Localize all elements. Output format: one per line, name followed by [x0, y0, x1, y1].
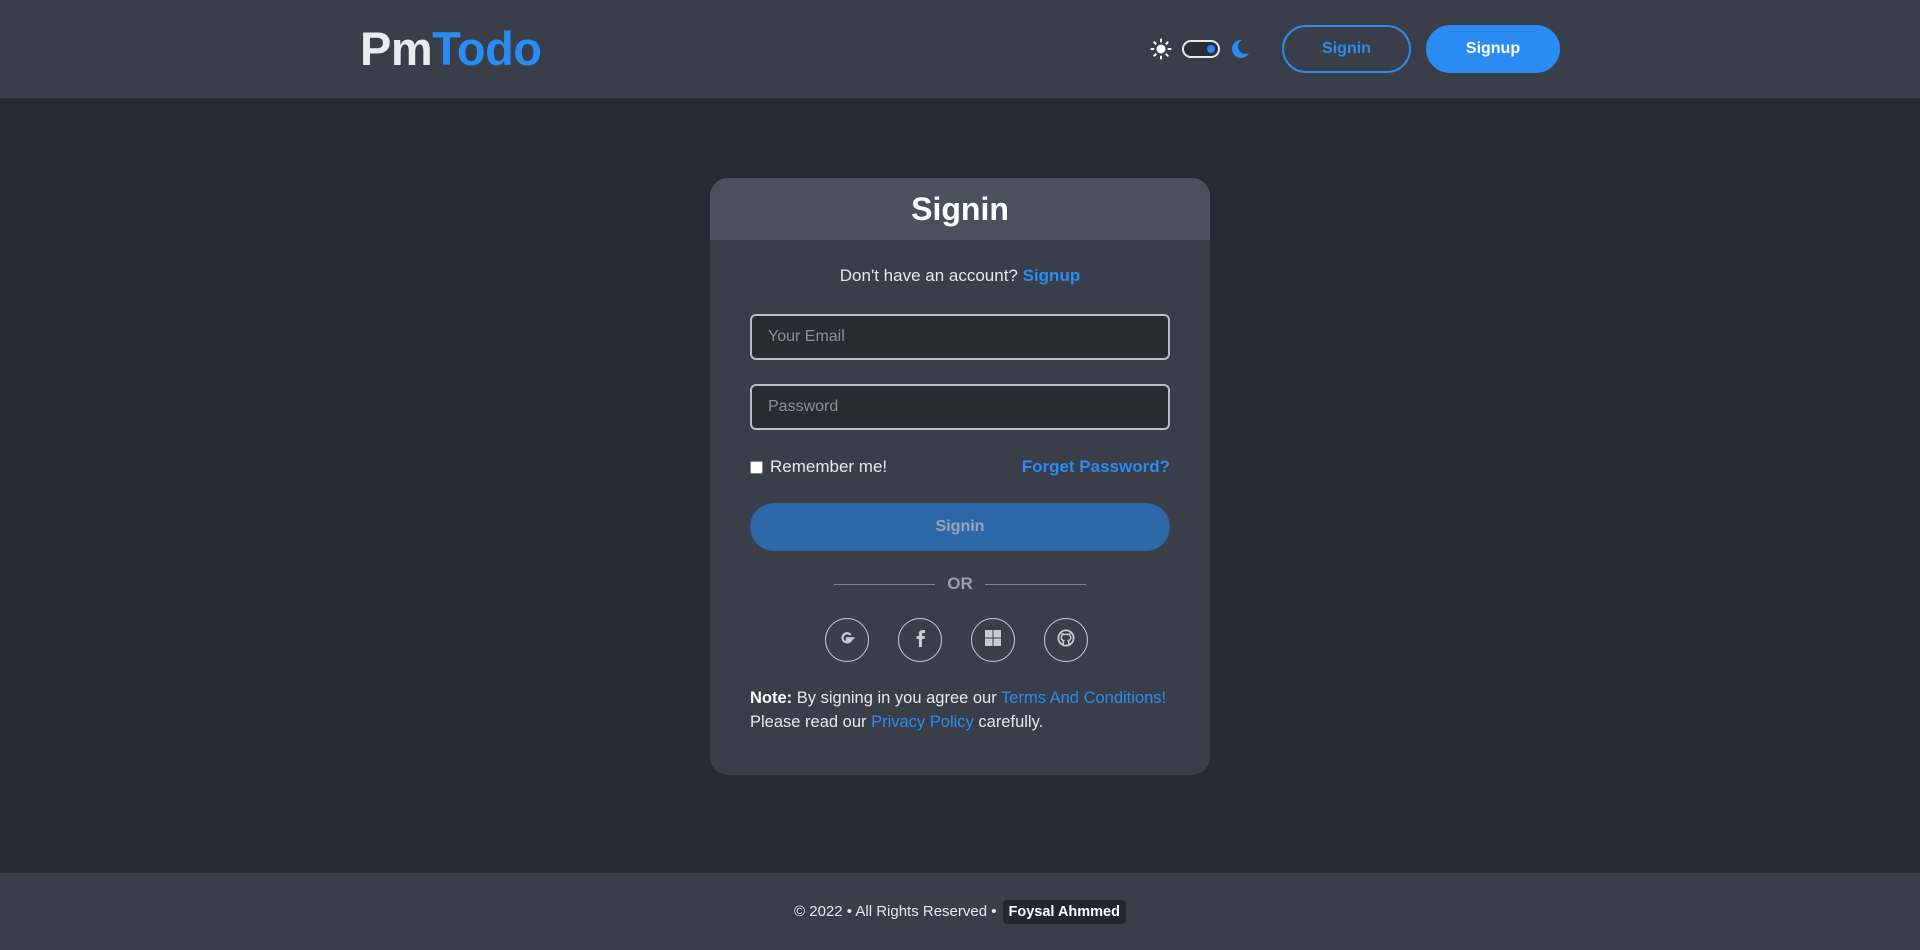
- remember-me[interactable]: Remember me!: [750, 456, 887, 478]
- terms-link[interactable]: Terms And Conditions!: [1001, 689, 1166, 707]
- note-text-2: Please read our: [750, 713, 867, 731]
- footer: © 2022 • All Rights Reserved • Foysal Ah…: [0, 873, 1920, 950]
- forgot-password-label[interactable]: Forget Password?: [1022, 457, 1170, 477]
- google-icon: [838, 629, 856, 652]
- microsoft-icon: [984, 629, 1002, 652]
- or-divider: OR: [834, 573, 1086, 595]
- card-title: Signin: [911, 190, 1009, 227]
- moon-icon: [1230, 38, 1250, 60]
- or-text: OR: [947, 574, 973, 593]
- forgot-password-link[interactable]: Forget Password?: [1022, 456, 1170, 478]
- header-signin-button[interactable]: Signin: [1282, 25, 1411, 73]
- divider-line-left: [834, 583, 936, 585]
- switch-knob: [1207, 45, 1215, 53]
- facebook-login-button[interactable]: [898, 618, 942, 662]
- google-login-button[interactable]: [825, 618, 869, 662]
- dark-mode-switch[interactable]: [1182, 40, 1220, 58]
- remember-checkbox[interactable]: [750, 460, 763, 474]
- theme-toggle[interactable]: [1150, 36, 1250, 62]
- signup-link[interactable]: Signup: [1023, 266, 1081, 285]
- note-text-1: By signing in you agree our: [796, 689, 997, 707]
- github-login-button[interactable]: [1044, 618, 1088, 662]
- sun-icon: [1150, 38, 1172, 60]
- signin-submit-button[interactable]: Signin: [750, 503, 1170, 551]
- divider-line-right: [984, 583, 1086, 585]
- remember-label: Remember me!: [770, 457, 888, 476]
- social-login-row: [825, 618, 1088, 664]
- card-header: Signin: [710, 178, 1210, 240]
- no-account-text: Don't have an account?: [839, 266, 1018, 285]
- email-input[interactable]: [750, 314, 1170, 360]
- logo-todo-text: Todo: [432, 22, 542, 75]
- author-badge[interactable]: Foysal Ahmmed: [1002, 899, 1126, 924]
- note-label: Note:: [750, 689, 793, 707]
- signup-prompt: Don't have an account? Signup: [710, 266, 1210, 286]
- privacy-policy-link[interactable]: Privacy Policy: [871, 713, 974, 731]
- github-icon: [1057, 629, 1075, 652]
- facebook-icon: [914, 629, 926, 652]
- signin-card: Signin Don't have an account? Signup Rem…: [710, 178, 1210, 775]
- password-input[interactable]: [750, 384, 1170, 430]
- top-navbar: PmTodo Signin Signup: [0, 0, 1920, 98]
- terms-note: Note: By signing in you agree our Terms …: [750, 686, 1190, 734]
- microsoft-login-button[interactable]: [971, 618, 1015, 662]
- header-signup-button[interactable]: Signup: [1426, 25, 1560, 73]
- logo-pm-text: Pm: [360, 22, 433, 75]
- note-text-3: carefully.: [978, 713, 1044, 731]
- copyright-text: © 2022 • All Rights Reserved •: [794, 903, 997, 920]
- app-logo[interactable]: PmTodo: [360, 22, 542, 76]
